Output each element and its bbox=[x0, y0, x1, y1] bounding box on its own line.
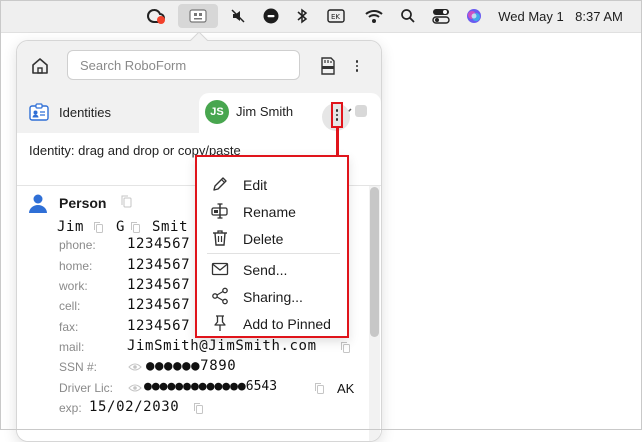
menu-separator bbox=[207, 253, 340, 254]
menu-item-sharing-label: Sharing... bbox=[243, 289, 303, 305]
driver-lic-state[interactable]: AK bbox=[337, 381, 354, 396]
eye-icon[interactable] bbox=[128, 383, 142, 393]
menubar-date[interactable]: Wed May 1 bbox=[496, 0, 566, 32]
bluetooth-icon[interactable] bbox=[294, 0, 310, 32]
tab-close-button[interactable] bbox=[355, 105, 367, 117]
creative-cloud-icon[interactable] bbox=[143, 0, 169, 32]
home-icon bbox=[32, 58, 48, 74]
field-value-exp[interactable]: 15/02/2030 bbox=[89, 399, 179, 415]
menu-item-delete-label: Delete bbox=[243, 231, 284, 247]
tab-identities-label: Identities bbox=[59, 104, 112, 120]
field-value-work[interactable]: 1234567 bbox=[127, 277, 190, 293]
field-label-cell: cell: bbox=[59, 299, 81, 313]
person-tab-label: Jim Smith bbox=[236, 104, 294, 119]
menu-item-sharing[interactable]: Sharing... bbox=[197, 283, 346, 310]
field-value-home[interactable]: 1234567 bbox=[127, 257, 190, 273]
field-label-ssn: SSN #: bbox=[59, 360, 98, 374]
control-center-icon[interactable] bbox=[430, 0, 452, 32]
search-input[interactable] bbox=[67, 50, 300, 80]
trash-icon bbox=[211, 229, 229, 247]
roboform-icon[interactable] bbox=[178, 4, 218, 28]
context-menu: Edit Rename Delete Send... Sharing... Ad… bbox=[195, 155, 349, 338]
field-label-phone: phone: bbox=[59, 238, 96, 252]
copy-icon[interactable] bbox=[194, 403, 203, 414]
first-name[interactable]: Jim bbox=[57, 219, 84, 235]
panel-more-button[interactable] bbox=[349, 55, 365, 77]
menu-item-add-to-pinned[interactable]: Add to Pinned bbox=[197, 310, 346, 337]
section-title-person: Person bbox=[59, 195, 107, 211]
eye-icon[interactable] bbox=[128, 362, 142, 372]
menu-bar: EK Wed May 1 8:37 AM bbox=[0, 0, 642, 33]
menu-item-edit-label: Edit bbox=[243, 177, 268, 193]
share-icon bbox=[211, 287, 229, 305]
person-section-header bbox=[27, 191, 49, 215]
menu-item-send-label: Send... bbox=[243, 262, 288, 278]
pencil-icon bbox=[211, 175, 229, 193]
menu-item-rename-label: Rename bbox=[243, 204, 296, 220]
menu-item-delete[interactable]: Delete bbox=[197, 225, 346, 252]
keyboard-input-icon[interactable]: EK bbox=[326, 0, 346, 32]
menu-item-rename[interactable]: Rename bbox=[197, 198, 346, 225]
menu-item-edit[interactable]: Edit bbox=[197, 171, 346, 198]
identity-card-icon bbox=[29, 103, 49, 121]
field-value-fax[interactable]: 1234567 bbox=[127, 318, 190, 334]
identity-more-button[interactable] bbox=[331, 102, 343, 128]
field-value-phone[interactable]: 1234567 bbox=[127, 236, 190, 252]
envelope-icon bbox=[211, 260, 229, 278]
more-vertical-icon bbox=[335, 109, 339, 121]
copy-icon[interactable] bbox=[121, 195, 132, 208]
field-value-mail[interactable]: JimSmith@JimSmith.com bbox=[127, 338, 317, 354]
sd-card-button[interactable] bbox=[317, 55, 337, 77]
copy-icon[interactable] bbox=[94, 222, 103, 233]
field-label-mail: mail: bbox=[59, 340, 85, 354]
field-value-driver-lic[interactable]: ●●●●●●●●●●●●●6543 bbox=[144, 379, 277, 394]
highlight-connector bbox=[336, 128, 339, 155]
copy-icon[interactable] bbox=[341, 342, 350, 353]
menu-item-send[interactable]: Send... bbox=[197, 256, 346, 283]
more-vertical-icon bbox=[355, 60, 359, 72]
person-icon bbox=[29, 194, 47, 213]
scrollbar-thumb[interactable] bbox=[370, 187, 379, 337]
copy-icon[interactable] bbox=[315, 383, 324, 394]
popup-caret bbox=[189, 32, 209, 42]
field-label-work: work: bbox=[59, 279, 88, 293]
field-value-ssn[interactable]: ●●●●●●7890 bbox=[146, 358, 236, 374]
field-value-cell[interactable]: 1234567 bbox=[127, 297, 190, 313]
tab-jim-smith[interactable]: JS Jim Smith bbox=[199, 93, 381, 133]
field-label-home: home: bbox=[59, 259, 93, 273]
siri-icon[interactable] bbox=[464, 0, 484, 32]
field-label-fax: fax: bbox=[59, 320, 79, 334]
spotlight-search-icon[interactable] bbox=[398, 0, 418, 32]
sd-card-icon bbox=[321, 57, 335, 75]
field-label-exp: exp: bbox=[59, 401, 82, 415]
copy-icon[interactable] bbox=[131, 222, 140, 233]
svg-text:EK: EK bbox=[331, 13, 340, 21]
menubar-time[interactable]: 8:37 AM bbox=[568, 0, 630, 32]
menu-item-add-to-pinned-label: Add to Pinned bbox=[243, 316, 331, 332]
field-label-driver-lic: Driver Lic: bbox=[59, 381, 114, 395]
middle-initial[interactable]: G bbox=[116, 219, 125, 235]
home-button[interactable] bbox=[27, 53, 53, 79]
rename-icon bbox=[211, 202, 229, 220]
pin-icon bbox=[211, 314, 229, 332]
last-name[interactable]: Smit bbox=[152, 219, 188, 235]
stop-icon[interactable] bbox=[262, 0, 280, 32]
mute-icon[interactable] bbox=[228, 0, 248, 32]
tab-identities[interactable]: Identities bbox=[29, 101, 111, 123]
avatar: JS bbox=[205, 100, 229, 124]
wifi-icon[interactable] bbox=[363, 0, 385, 32]
